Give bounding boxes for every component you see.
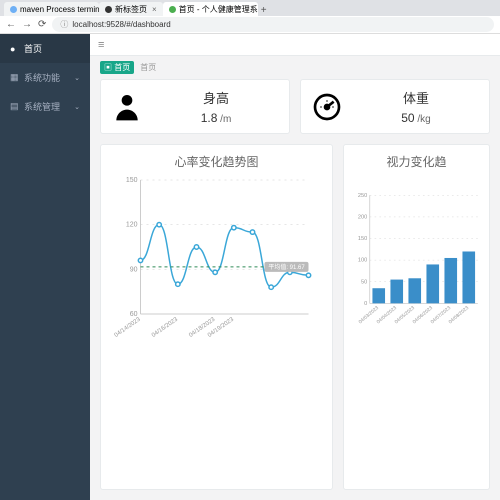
charts-row: 心率变化趋势图 6090120150平均值: 91.6704/14/202304… — [90, 134, 500, 500]
person-icon — [111, 91, 143, 123]
new-tab-button[interactable]: + — [258, 4, 270, 16]
svg-text:04/16/2023: 04/16/2023 — [151, 316, 180, 339]
url-input[interactable]: ⓘ localhost:9528/#/dashboard — [52, 17, 494, 32]
sidebar-item-label: 首页 — [24, 42, 42, 55]
svg-text:0: 0 — [364, 301, 367, 307]
stat-card: 身高 1.8 /m — [100, 79, 290, 134]
tab-label: maven Process terminated_ — [20, 5, 99, 14]
chart-title: 视力变化趋 — [352, 153, 481, 170]
svg-text:200: 200 — [358, 215, 367, 221]
stat-card: 体重 50 /kg — [300, 79, 490, 134]
chevron-down-icon: ⌄ — [74, 103, 80, 111]
card-value: 50 — [401, 111, 414, 125]
sidebar-item[interactable]: ▤ 系统管理 ⌄ — [0, 92, 90, 121]
main-content: ≡ ▣ 首页 首页 身高1.8 /m体重50 /kg 心率变化趋势图 60901… — [90, 34, 500, 500]
svg-text:100: 100 — [358, 258, 367, 264]
reload-icon[interactable]: ⟳ — [38, 19, 46, 30]
stat-cards-row: 身高 1.8 /m 体重 50 /kg — [90, 79, 500, 134]
svg-text:平均值: 91.67: 平均值: 91.67 — [268, 263, 305, 271]
svg-text:90: 90 — [130, 266, 138, 273]
sidebar-item[interactable]: ▦ 系统功能 ⌄ — [0, 63, 90, 92]
sidebar-item-icon: ▦ — [10, 72, 18, 83]
vision-bar-chart: 05010015020025004/03/202304/04/202304/05… — [352, 174, 481, 344]
svg-text:150: 150 — [358, 236, 367, 242]
card-title: 身高 — [153, 88, 279, 107]
tab-favicon — [169, 6, 176, 13]
close-icon[interactable]: × — [152, 5, 157, 14]
info-icon: ⓘ — [60, 19, 68, 30]
browser-tab[interactable]: 首页 - 个人健康管理系统× — [163, 2, 258, 16]
breadcrumb-text: 首页 — [140, 62, 156, 73]
breadcrumb: ▣ 首页 首页 — [90, 56, 500, 79]
sidebar: ● 首页 ▦ 系统功能 ⌄ ▤ 系统管理 ⌄ — [0, 34, 90, 500]
chevron-down-icon: ⌄ — [74, 74, 80, 82]
sidebar-item-icon: ● — [10, 44, 18, 54]
menu-toggle-icon[interactable]: ≡ — [98, 39, 104, 51]
tab-label: 首页 - 个人健康管理系统 — [179, 4, 258, 15]
tab-label: 新标签页 — [115, 4, 147, 15]
svg-text:04/08/2023: 04/08/2023 — [448, 305, 471, 325]
tab-favicon — [105, 6, 112, 13]
gauge-icon — [311, 91, 343, 123]
vision-chart-card: 视力变化趋 05010015020025004/03/202304/04/202… — [343, 144, 490, 490]
card-value: 1.8 — [201, 111, 218, 125]
card-unit: /m — [220, 114, 231, 125]
breadcrumb-home-badge[interactable]: ▣ 首页 — [100, 61, 134, 74]
browser-tab[interactable]: 新标签页 × — [99, 2, 163, 16]
tab-favicon — [10, 6, 17, 13]
card-title: 体重 — [353, 88, 479, 107]
sidebar-item-icon: ▤ — [10, 101, 18, 112]
svg-text:120: 120 — [126, 222, 138, 229]
url-text: localhost:9528/#/dashboard — [72, 20, 170, 29]
back-icon[interactable]: ← — [6, 19, 16, 30]
svg-text:04/14/2023: 04/14/2023 — [114, 316, 143, 339]
heart-rate-line-chart: 6090120150平均值: 91.6704/14/202304/16/2023… — [109, 174, 324, 344]
browser-tab-strip: maven Process terminated_× 新标签页 × 首页 - 个人健康… — [0, 0, 500, 16]
card-unit: /kg — [417, 114, 430, 125]
sidebar-item[interactable]: ● 首页 — [0, 34, 90, 63]
svg-text:50: 50 — [361, 279, 367, 285]
browser-tab[interactable]: maven Process terminated_× — [4, 2, 99, 16]
chart-title: 心率变化趋势图 — [109, 153, 324, 170]
heart-rate-chart-card: 心率变化趋势图 6090120150平均值: 91.6704/14/202304… — [100, 144, 333, 490]
top-strip: ≡ — [90, 34, 500, 56]
svg-text:250: 250 — [358, 193, 367, 199]
browser-address-bar: ← → ⟳ ⓘ localhost:9528/#/dashboard — [0, 16, 500, 34]
sidebar-item-label: 系统管理 — [24, 100, 60, 113]
svg-text:150: 150 — [126, 177, 138, 184]
sidebar-item-label: 系统功能 — [24, 71, 60, 84]
forward-icon[interactable]: → — [22, 19, 32, 30]
